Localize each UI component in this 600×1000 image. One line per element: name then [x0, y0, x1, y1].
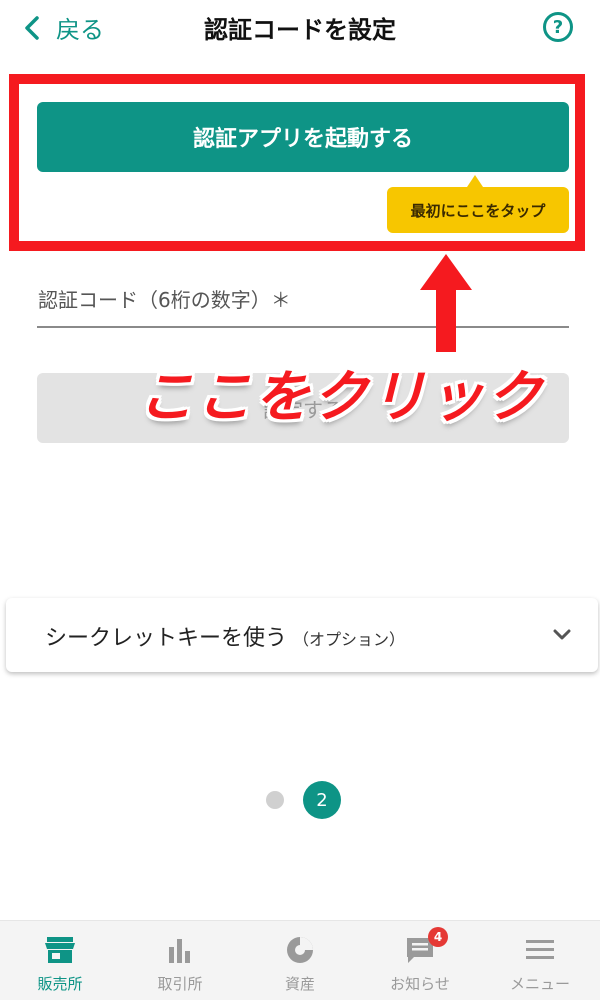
page-title: 認証コードを設定 — [204, 16, 396, 44]
nav-item-news[interactable]: お知らせ — [360, 921, 480, 1000]
secret-key-option-label: （オプション） — [293, 630, 406, 649]
auth-code-field[interactable]: 認証コード（6桁の数字）＊ — [38, 284, 291, 313]
chevron-down-icon — [553, 629, 571, 640]
menu-icon — [526, 940, 554, 959]
nav-item-exchange[interactable]: 取引所 — [120, 921, 240, 1000]
highlight-box — [9, 74, 585, 251]
secret-key-text: シークレットキーを使う （オプション） — [45, 620, 405, 652]
nav-item-assets[interactable]: 資産 — [240, 921, 360, 1000]
nav-label-shop: 販売所 — [37, 975, 83, 993]
auth-code-underline — [37, 326, 569, 328]
bottom-nav: 販売所 取引所 資産 お知らせ メニュー — [0, 920, 600, 1000]
pie-chart-icon — [287, 937, 313, 963]
page-indicator-current: 2 — [303, 781, 341, 819]
bar-chart-icon — [169, 939, 190, 963]
annotation-text: ここをクリック — [138, 365, 544, 430]
notification-badge: 4 — [428, 927, 448, 947]
nav-label-exchange: 取引所 — [157, 975, 203, 993]
page-indicator-1 — [266, 791, 284, 809]
secret-key-label: シークレットキーを使う — [45, 626, 288, 651]
secret-key-toggle[interactable]: シークレットキーを使う （オプション） — [6, 598, 598, 672]
nav-label-news: お知らせ — [390, 975, 450, 993]
help-icon[interactable]: ? — [543, 12, 573, 42]
nav-item-shop[interactable]: 販売所 — [0, 921, 120, 1000]
nav-label-assets: 資産 — [284, 975, 315, 993]
shop-icon — [45, 937, 75, 963]
nav-label-menu: メニュー — [509, 975, 570, 993]
arrow-up-icon — [420, 254, 472, 352]
app-header: 戻る 認証コードを設定 ? — [0, 0, 600, 56]
nav-item-menu[interactable]: メニュー — [480, 921, 600, 1000]
